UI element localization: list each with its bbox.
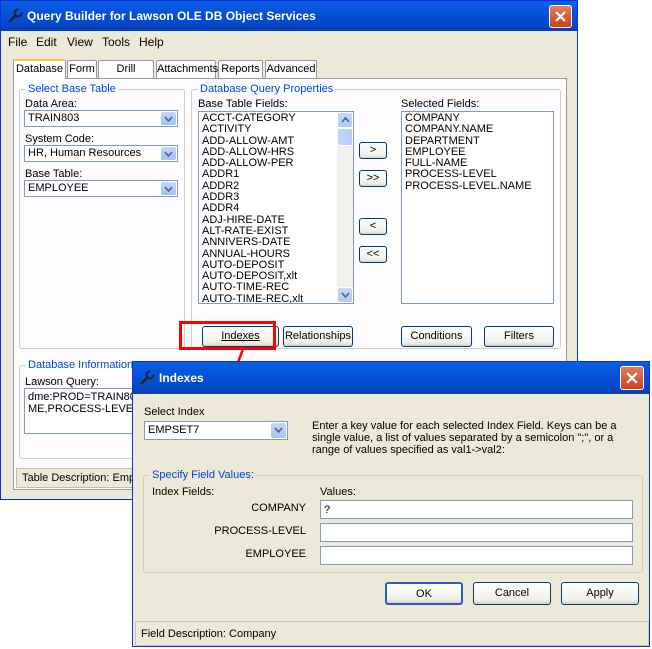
- index-help-text: Enter a key value for each selected Inde…: [312, 420, 617, 456]
- menu-view[interactable]: View: [67, 35, 93, 49]
- list-item[interactable]: ACTIVITY: [199, 124, 353, 135]
- ok-button[interactable]: OK: [385, 582, 463, 605]
- main-window-title: Query Builder for Lawson OLE DB Object S…: [27, 9, 316, 23]
- company-value: ?: [324, 504, 331, 516]
- index-fields-label: Index Fields:: [152, 486, 215, 498]
- database-information-label: Database Information: [26, 359, 136, 371]
- specify-field-values-label: Specify Field Values:: [150, 469, 256, 481]
- chevron-down-icon[interactable]: [161, 182, 176, 195]
- field-description: Field Description: Company: [141, 628, 277, 640]
- query-properties-group: Database Query Properties Base Table Fie…: [191, 83, 561, 349]
- tab-attachments[interactable]: Attachments: [156, 60, 218, 78]
- tab-advanced[interactable]: Advanced: [265, 60, 317, 78]
- apply-button[interactable]: Apply: [561, 582, 639, 605]
- list-item[interactable]: ANNIVERS-DATE: [199, 237, 353, 248]
- tab-database[interactable]: Database: [13, 59, 66, 79]
- conditions-button[interactable]: Conditions: [401, 326, 472, 347]
- main-titlebar[interactable]: Query Builder for Lawson OLE DB Object S…: [1, 1, 577, 31]
- query-properties-label: Database Query Properties: [198, 83, 336, 95]
- indexes-dialog-title: Indexes: [159, 371, 204, 385]
- indexes-highlight-box: [179, 321, 276, 350]
- select-index-value: EMPSET7: [148, 424, 200, 436]
- list-item[interactable]: ADDR4: [199, 203, 353, 214]
- list-item[interactable]: PROCESS-LEVEL.NAME: [402, 180, 553, 192]
- index-field-company: COMPANY: [251, 502, 306, 514]
- system-code-label: System Code:: [25, 133, 95, 145]
- base-fields-label: Base Table Fields:: [198, 98, 288, 110]
- values-label: Values:: [320, 486, 356, 498]
- close-icon: [555, 11, 566, 22]
- chevron-down-icon[interactable]: [161, 112, 176, 125]
- data-area-select[interactable]: TRAIN803: [24, 110, 178, 127]
- indexes-dialog-body: Select Index EMPSET7 Enter a key value f…: [135, 395, 649, 646]
- dialog-close-button[interactable]: [620, 366, 644, 390]
- menu-file[interactable]: File: [8, 35, 27, 49]
- arrow-down-icon[interactable]: [337, 287, 353, 303]
- close-icon: [626, 372, 638, 384]
- company-value-input[interactable]: ?: [320, 500, 633, 519]
- arrow-up-icon[interactable]: [337, 112, 353, 128]
- index-field-process-level: PROCESS-LEVEL: [214, 525, 306, 537]
- chevron-down-icon[interactable]: [271, 423, 286, 438]
- chevron-down-icon[interactable]: [161, 147, 176, 160]
- wrench-icon: [8, 8, 23, 23]
- remove-all-fields-button[interactable]: <<: [359, 246, 387, 263]
- menu-edit[interactable]: Edit: [36, 35, 57, 49]
- remove-field-button[interactable]: <: [359, 218, 387, 235]
- base-fields-list[interactable]: ACCT-CATEGORY ACTIVITY ADD-ALLOW-AMT ADD-AL…: [198, 111, 354, 304]
- lawson-query-label: Lawson Query:: [25, 376, 99, 388]
- specify-field-values-group: Specify Field Values: Index Fields: Valu…: [143, 469, 643, 573]
- index-field-employee: EMPLOYEE: [245, 548, 306, 560]
- tab-form[interactable]: Form: [67, 60, 97, 78]
- selected-fields-label: Selected Fields:: [401, 98, 480, 110]
- process-level-value-input[interactable]: [320, 523, 633, 542]
- system-code-select[interactable]: HR, Human Resources: [24, 145, 178, 162]
- base-table-select[interactable]: EMPLOYEE: [24, 180, 178, 197]
- base-fields-scrollbar[interactable]: [337, 112, 353, 303]
- menu-bar: File Edit View Tools Help: [1, 32, 577, 52]
- data-area-value: TRAIN803: [28, 112, 80, 124]
- indexes-titlebar[interactable]: Indexes: [133, 362, 649, 394]
- close-button[interactable]: [549, 5, 572, 28]
- menu-tools[interactable]: Tools: [102, 35, 130, 49]
- select-base-table-group: Select Base Table Data Area: TRAIN803 Sy…: [19, 83, 185, 349]
- base-table-label: Base Table:: [25, 168, 83, 180]
- employee-value-input[interactable]: [320, 546, 633, 565]
- menu-help[interactable]: Help: [139, 35, 164, 49]
- select-base-table-label: Select Base Table: [26, 83, 118, 95]
- tab-reports[interactable]: Reports: [218, 60, 263, 78]
- filters-button[interactable]: Filters: [484, 326, 554, 347]
- selected-fields-list[interactable]: COMPANY COMPANY.NAME DEPARTMENT EMPLOYEE FUL…: [401, 111, 554, 304]
- data-area-label: Data Area:: [25, 98, 77, 110]
- dialog-status-bar: Field Description: Company: [135, 621, 649, 646]
- indexes-dialog: Indexes Select Index EMPSET7 Enter a key…: [132, 361, 650, 647]
- select-index-dropdown[interactable]: EMPSET7: [144, 421, 288, 440]
- list-item[interactable]: AUTO-TIME-REC,xlt: [199, 293, 353, 303]
- wrench-icon: [140, 370, 155, 385]
- add-all-fields-button[interactable]: >>: [359, 170, 387, 187]
- scroll-thumb[interactable]: [337, 128, 353, 146]
- base-table-value: EMPLOYEE: [28, 182, 89, 194]
- list-item[interactable]: COMPANY.NAME: [402, 124, 553, 135]
- add-field-button[interactable]: >: [359, 142, 387, 159]
- system-code-value: HR, Human Resources: [28, 147, 142, 159]
- select-index-label: Select Index: [144, 406, 205, 418]
- relationships-button[interactable]: Relationships: [283, 326, 353, 347]
- tab-drill-around[interactable]: Drill Around: [98, 60, 154, 92]
- cancel-button[interactable]: Cancel: [473, 582, 551, 605]
